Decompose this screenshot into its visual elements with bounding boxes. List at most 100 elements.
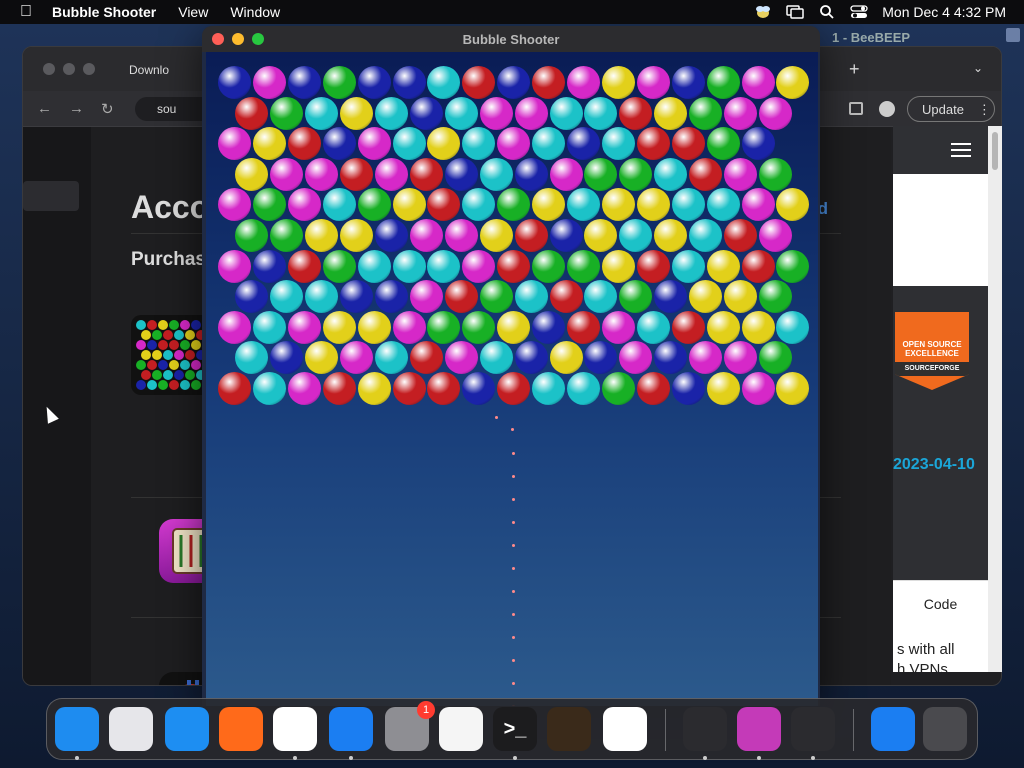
reload-icon[interactable]: ↻ <box>101 100 114 118</box>
apple-icon[interactable]:  <box>0 3 52 21</box>
dock: 1 >_ <box>46 698 978 760</box>
bubble-magenta <box>567 66 600 99</box>
bubble-magenta <box>479 96 513 130</box>
bubble-red <box>287 249 321 283</box>
textedit-app[interactable] <box>439 707 483 751</box>
trash-app[interactable] <box>923 707 967 751</box>
chrome-app[interactable] <box>273 707 317 751</box>
bubble-magenta <box>218 188 251 222</box>
menu-window[interactable]: Window <box>230 4 280 20</box>
bubble-red <box>409 341 443 375</box>
bubble-yellow <box>636 188 670 222</box>
beebeep-status-icon[interactable] <box>754 5 772 19</box>
terminal-app[interactable]: >_ <box>493 707 537 751</box>
bubble-magenta <box>758 96 792 130</box>
bubble-cyan <box>462 127 496 161</box>
bubble-yellow <box>776 66 810 99</box>
menu-clock[interactable]: Mon Dec 4 4:32 PM <box>882 4 1006 20</box>
minimize-window-button[interactable] <box>63 63 75 75</box>
bubble-green <box>270 219 304 252</box>
forward-icon[interactable]: → <box>69 100 84 117</box>
firefox-app[interactable] <box>219 707 263 751</box>
bubble-cyan <box>532 372 566 405</box>
bubble-green <box>758 157 792 191</box>
bubble-yellow <box>706 249 740 283</box>
menu-view[interactable]: View <box>178 4 208 20</box>
bubble-cyan <box>584 280 618 314</box>
back-icon[interactable]: ← <box>37 100 52 117</box>
side-panel-icon[interactable] <box>849 102 863 115</box>
bubble-green <box>689 96 723 130</box>
beebeep-app[interactable] <box>683 707 727 751</box>
bubble-magenta <box>252 66 286 99</box>
bubble-red <box>514 219 548 252</box>
code-tab[interactable]: Code <box>893 580 988 624</box>
code-tab-label: Code <box>923 596 958 612</box>
tab-list-chevron-icon[interactable]: ⌄ <box>973 61 983 75</box>
bubble-red <box>409 157 443 191</box>
bubble-shooter-thumbnail[interactable] <box>131 315 211 395</box>
close-window-button[interactable] <box>43 63 55 75</box>
bubble-cyan <box>375 341 409 375</box>
bubble-magenta <box>689 341 723 375</box>
new-tab-button[interactable]: + <box>849 59 860 80</box>
finder-app[interactable] <box>55 707 99 751</box>
web-panel-scrollbar[interactable] <box>988 126 1002 672</box>
bubble-magenta <box>218 249 251 283</box>
badge-line-1: OPEN SOURCE <box>902 340 962 349</box>
bubble-blue <box>340 280 374 314</box>
game-play-field[interactable] <box>206 52 818 706</box>
app-store-app[interactable] <box>329 707 373 751</box>
bubble-red <box>636 127 670 161</box>
hamburger-menu-icon[interactable] <box>951 143 971 145</box>
game-title-bar[interactable]: Bubble Shooter <box>202 26 820 52</box>
running-indicator <box>293 756 297 760</box>
bubble-yellow <box>340 96 374 130</box>
safari-app[interactable] <box>165 707 209 751</box>
bubble-yellow <box>706 372 740 405</box>
bubble-magenta <box>724 96 758 130</box>
control-center-icon[interactable] <box>850 5 868 19</box>
update-button[interactable]: Update ⋮ <box>907 96 995 122</box>
launchpad-app[interactable] <box>109 707 153 751</box>
web-panel-scrollbar-thumb[interactable] <box>992 132 998 170</box>
vscode-app[interactable] <box>603 707 647 751</box>
bubble-red <box>392 372 426 405</box>
bubble-cyan <box>706 188 740 222</box>
bubble-cyan <box>479 157 513 191</box>
maze-game-app[interactable] <box>737 707 781 751</box>
zoom-window-button[interactable] <box>83 63 95 75</box>
bubble-shooter-window: Bubble Shooter <box>202 26 820 706</box>
bubble-magenta <box>462 249 496 283</box>
window-icon <box>1006 28 1020 42</box>
sourceforge-badge: OPEN SOURCE EXCELLENCE SOURCEFORGE <box>895 312 969 390</box>
search-icon[interactable] <box>818 5 836 19</box>
bubble-green <box>462 310 496 344</box>
screen-mirroring-icon[interactable] <box>786 5 805 19</box>
bubble-cyan <box>357 249 391 283</box>
app-store-downloads-app[interactable] <box>871 707 915 751</box>
bubble-yellow <box>252 127 286 161</box>
garageband-app[interactable] <box>547 707 591 751</box>
bubble-shooter-app[interactable] <box>791 707 835 751</box>
bubble-cyan <box>567 188 600 222</box>
bubble-cyan <box>427 249 461 283</box>
bubble-cyan <box>549 96 583 130</box>
bubble-green <box>252 188 286 222</box>
bubble-red <box>497 249 531 283</box>
bubble-cyan <box>305 96 339 130</box>
menu-app-name[interactable]: Bubble Shooter <box>52 4 156 20</box>
site-header <box>893 126 988 174</box>
profile-icon[interactable] <box>879 101 895 117</box>
bubble-magenta <box>392 310 426 344</box>
bubble-green <box>357 188 391 222</box>
badge-line-3: SOURCEFORGE <box>895 362 969 376</box>
bubble-red <box>636 249 670 283</box>
bubble-red <box>671 310 705 344</box>
sidebar-selected-item[interactable] <box>23 181 79 211</box>
bubble-green <box>479 280 513 314</box>
bubble-cyan <box>479 341 513 375</box>
bubble-cyan <box>671 249 705 283</box>
browser-tab-title[interactable]: Downlo <box>129 63 169 77</box>
bubble-green <box>758 280 792 314</box>
